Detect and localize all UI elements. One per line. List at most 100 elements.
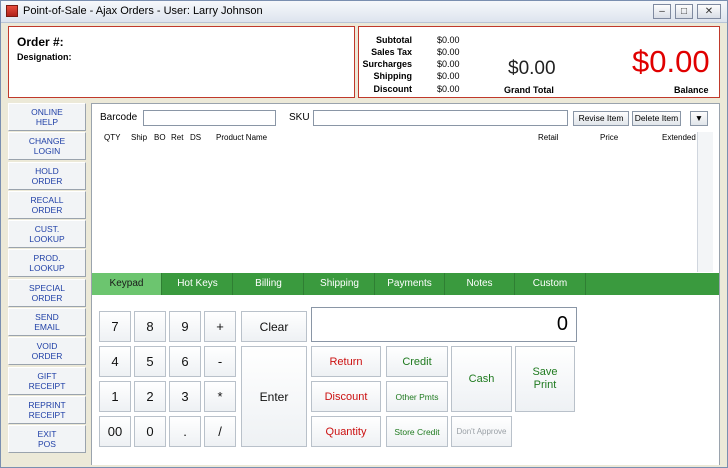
dropdown-button[interactable]: ▼ bbox=[690, 111, 708, 126]
credit-button[interactable]: Credit bbox=[386, 346, 448, 377]
exit-pos-button[interactable]: EXIT POS bbox=[8, 425, 86, 454]
hold-order-button[interactable]: HOLD ORDER bbox=[8, 161, 86, 190]
key-6[interactable]: 6 bbox=[169, 346, 201, 377]
key-8[interactable]: 8 bbox=[134, 311, 166, 342]
order-panel: Order #: Designation: bbox=[8, 26, 355, 98]
dont-approve-button[interactable]: Don't Approve bbox=[451, 416, 512, 447]
subtotal-label: Subtotal bbox=[376, 35, 412, 45]
customer-lookup-button[interactable]: CUST. LOOKUP bbox=[8, 220, 86, 249]
key-1[interactable]: 1 bbox=[99, 381, 131, 412]
keypad-panel: 7 8 9 + 4 5 6 - 1 2 3 * 00 0 . / Clear E… bbox=[92, 295, 719, 465]
surcharges-row: Surcharges $0.00 bbox=[359, 59, 489, 71]
subtotal-row: Subtotal $0.00 bbox=[359, 35, 489, 47]
key-plus[interactable]: + bbox=[204, 311, 236, 342]
sales-tax-label: Sales Tax bbox=[371, 47, 412, 57]
tab-custom[interactable]: Custom bbox=[515, 273, 586, 295]
column-product-name: Product Name bbox=[216, 133, 268, 142]
key-4[interactable]: 4 bbox=[99, 346, 131, 377]
window-title: Point-of-Sale - Ajax Orders - User: Larr… bbox=[23, 5, 263, 17]
tab-payments[interactable]: Payments bbox=[375, 273, 445, 295]
tab-notes[interactable]: Notes bbox=[445, 273, 515, 295]
close-button[interactable]: ✕ bbox=[697, 4, 721, 19]
tab-bar: Keypad Hot Keys Billing Shipping Payment… bbox=[92, 273, 719, 295]
key-decimal[interactable]: . bbox=[169, 416, 201, 447]
revise-item-button[interactable]: Revise Item bbox=[573, 111, 629, 126]
cash-button[interactable]: Cash bbox=[451, 346, 512, 412]
discount-value: $0.00 bbox=[437, 84, 460, 94]
store-credit-button[interactable]: Store Credit bbox=[386, 416, 448, 447]
other-payments-button[interactable]: Other Pmts bbox=[386, 381, 448, 412]
main-panel: Barcode SKU Revise Item Delete Item ▼ QT… bbox=[91, 103, 720, 465]
key-00[interactable]: 00 bbox=[99, 416, 131, 447]
discount-button[interactable]: Discount bbox=[311, 381, 381, 412]
subtotal-value: $0.00 bbox=[437, 35, 460, 45]
tab-shipping[interactable]: Shipping bbox=[305, 273, 375, 295]
app-icon bbox=[6, 5, 18, 17]
product-lookup-button[interactable]: PROD. LOOKUP bbox=[8, 249, 86, 278]
maximize-icon: □ bbox=[680, 6, 688, 17]
discount-row: Discount $0.00 bbox=[359, 84, 489, 96]
return-button[interactable]: Return bbox=[311, 346, 381, 377]
balance-amount: $0.00 bbox=[632, 44, 710, 79]
column-ds: DS bbox=[190, 133, 202, 142]
app-content: Order #: Designation: Subtotal $0.00 Sal… bbox=[1, 23, 727, 467]
surcharges-value: $0.00 bbox=[437, 59, 460, 69]
key-0[interactable]: 0 bbox=[134, 416, 166, 447]
key-2[interactable]: 2 bbox=[134, 381, 166, 412]
surcharges-label: Surcharges bbox=[362, 59, 412, 69]
close-icon: ✕ bbox=[704, 6, 714, 17]
column-extended: Extended bbox=[662, 133, 696, 142]
key-divide[interactable]: / bbox=[204, 416, 236, 447]
tab-billing[interactable]: Billing bbox=[234, 273, 304, 295]
special-order-button[interactable]: SPECIAL ORDER bbox=[8, 278, 86, 307]
title-bar: Point-of-Sale - Ajax Orders - User: Larr… bbox=[1, 1, 727, 23]
key-5[interactable]: 5 bbox=[134, 346, 166, 377]
discount-label: Discount bbox=[373, 84, 412, 94]
reprint-receipt-button[interactable]: REPRINT RECEIPT bbox=[8, 395, 86, 424]
key-7[interactable]: 7 bbox=[99, 311, 131, 342]
online-help-button[interactable]: ONLINE HELP bbox=[8, 103, 86, 131]
balance-label: Balance bbox=[674, 85, 709, 95]
pos-window: Point-of-Sale - Ajax Orders - User: Larr… bbox=[0, 0, 728, 468]
designation-label: Designation: bbox=[17, 52, 72, 62]
column-qty: QTY bbox=[104, 133, 121, 142]
shipping-value: $0.00 bbox=[437, 71, 460, 81]
key-3[interactable]: 3 bbox=[169, 381, 201, 412]
gift-receipt-button[interactable]: GIFT RECEIPT bbox=[8, 366, 86, 395]
chevron-down-icon: ▼ bbox=[694, 113, 704, 123]
column-bo: BO bbox=[154, 133, 166, 142]
amount-display[interactable]: 0 bbox=[311, 307, 577, 342]
sales-tax-row: Sales Tax $0.00 bbox=[359, 47, 489, 59]
column-retail: Retail bbox=[538, 133, 559, 142]
send-email-button[interactable]: SEND EMAIL bbox=[8, 308, 86, 337]
tab-hot-keys[interactable]: Hot Keys bbox=[163, 273, 233, 295]
delete-item-button[interactable]: Delete Item bbox=[632, 111, 681, 126]
column-ship: Ship bbox=[131, 133, 148, 142]
clear-button[interactable]: Clear bbox=[241, 311, 307, 342]
minimize-button[interactable]: – bbox=[653, 4, 671, 19]
column-price: Price bbox=[600, 133, 619, 142]
maximize-button[interactable]: □ bbox=[675, 4, 693, 19]
key-9[interactable]: 9 bbox=[169, 311, 201, 342]
recall-order-button[interactable]: RECALL ORDER bbox=[8, 190, 86, 219]
quantity-button[interactable]: Quantity bbox=[311, 416, 381, 447]
change-login-button[interactable]: CHANGE LOGIN bbox=[8, 132, 86, 161]
sidebar: ONLINE HELP CHANGE LOGIN HOLD ORDER RECA… bbox=[8, 103, 86, 455]
key-multiply[interactable]: * bbox=[204, 381, 236, 412]
grand-total-label: Grand Total bbox=[504, 85, 554, 95]
key-minus[interactable]: - bbox=[204, 346, 236, 377]
column-ret: Ret bbox=[171, 133, 184, 142]
save-print-button[interactable]: Save Print bbox=[515, 346, 575, 412]
order-number-label: Order #: bbox=[17, 35, 64, 49]
barcode-input[interactable] bbox=[143, 110, 276, 126]
enter-button[interactable]: Enter bbox=[241, 346, 307, 447]
grand-total-amount: $0.00 bbox=[508, 58, 556, 79]
void-order-button[interactable]: VOID ORDER bbox=[8, 337, 86, 366]
sku-label: SKU bbox=[289, 112, 310, 123]
tab-keypad[interactable]: Keypad bbox=[92, 273, 162, 295]
sku-input[interactable] bbox=[313, 110, 568, 126]
shipping-label: Shipping bbox=[373, 71, 413, 81]
totals-panel: Subtotal $0.00 Sales Tax $0.00 Surcharge… bbox=[358, 26, 720, 98]
item-list-scrollbar[interactable] bbox=[697, 132, 713, 272]
barcode-label: Barcode bbox=[100, 112, 138, 123]
